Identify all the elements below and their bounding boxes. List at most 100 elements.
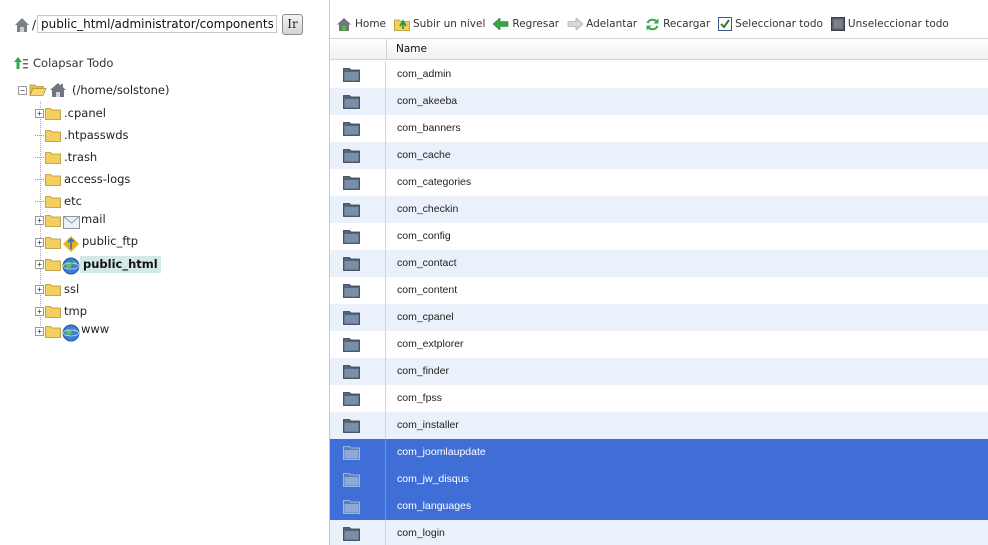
file-row[interactable]: com_extplorer — [330, 331, 988, 358]
tree-item-label: .cpanel — [64, 106, 106, 120]
tree-connector — [35, 127, 44, 136]
icon-cell — [330, 250, 386, 277]
collapse-toggle[interactable]: − — [18, 85, 27, 95]
folder-icon — [45, 283, 61, 296]
expand-toggle[interactable]: + — [35, 259, 44, 269]
file-name: com_config — [397, 230, 451, 242]
file-name: com_languages — [397, 500, 472, 512]
file-row[interactable]: com_content — [330, 277, 988, 304]
icon-cell — [330, 61, 386, 88]
file-row[interactable]: com_cpanel — [330, 304, 988, 331]
folder-icon — [343, 311, 360, 325]
file-row[interactable]: com_languages — [330, 493, 988, 520]
file-row[interactable]: com_banners — [330, 115, 988, 142]
select-all-label: Seleccionar todo — [735, 18, 823, 30]
icon-cell — [330, 412, 386, 439]
up-level-button[interactable]: Subir un nivel — [394, 17, 485, 31]
reload-button[interactable]: Recargar — [645, 17, 710, 32]
file-row[interactable]: com_config — [330, 223, 988, 250]
file-name: com_contact — [397, 257, 457, 269]
folder-icon — [343, 500, 360, 514]
tree-item-selected[interactable]: + public_html — [35, 254, 161, 275]
file-row[interactable]: com_joomlaupdate — [330, 439, 988, 466]
home-button[interactable]: Home — [336, 17, 386, 32]
icon-cell — [330, 331, 386, 358]
path-separator: / — [32, 18, 37, 32]
path-input[interactable] — [37, 15, 277, 33]
unselect-all-button[interactable]: Unseleccionar todo — [830, 17, 949, 31]
file-row[interactable]: com_installer — [330, 412, 988, 439]
tree-item[interactable]: + ssl — [35, 279, 79, 299]
arrow-left-icon — [493, 18, 509, 30]
tree-item[interactable]: etc — [35, 191, 82, 211]
file-row[interactable]: com_checkin — [330, 196, 988, 223]
folder-icon — [343, 230, 360, 244]
icon-cell — [330, 88, 386, 115]
folder-icon — [343, 392, 360, 406]
tree-connector — [35, 149, 44, 158]
folder-up-icon — [394, 19, 410, 31]
name-column-header[interactable]: Name — [396, 43, 427, 55]
file-list-panel: Home Subir un nivel Regresar Adelantar R… — [329, 0, 988, 545]
tree-item[interactable]: + mail — [35, 210, 106, 230]
tree-item-label: www — [81, 322, 110, 336]
expand-toggle[interactable]: + — [35, 326, 44, 336]
collapse-all-button[interactable]: Colapsar Todo — [14, 55, 113, 71]
expand-toggle[interactable]: + — [35, 108, 44, 118]
folder-icon — [45, 107, 61, 120]
forward-button[interactable]: Adelantar — [567, 18, 637, 30]
file-row[interactable]: com_login — [330, 520, 988, 545]
checkbox-empty-icon — [830, 17, 845, 31]
tree-root-label: (/home/solstone) — [72, 83, 170, 97]
expand-toggle[interactable]: + — [35, 284, 44, 294]
folder-icon — [45, 325, 61, 338]
tree-root[interactable]: − (/home/solstone) — [18, 80, 169, 100]
select-all-button[interactable]: Seleccionar todo — [718, 17, 823, 31]
file-name: com_jw_disqus — [397, 473, 469, 485]
go-button[interactable]: Ir — [282, 14, 303, 35]
tree-item[interactable]: + tmp — [35, 301, 87, 321]
tree-item[interactable]: access-logs — [35, 169, 130, 189]
tree-item-label: public_ftp — [82, 234, 139, 248]
reload-icon — [646, 18, 659, 30]
file-row[interactable]: com_admin — [330, 61, 988, 88]
tree-item-label: access-logs — [64, 172, 131, 186]
open-folder-icon — [29, 84, 47, 96]
icon-cell — [330, 115, 386, 142]
reload-label: Recargar — [663, 18, 711, 30]
tree-item[interactable]: + public_ftp — [35, 232, 138, 252]
icon-cell — [330, 142, 386, 169]
file-row[interactable]: com_categories — [330, 169, 988, 196]
expand-toggle[interactable]: + — [35, 306, 44, 316]
file-row[interactable]: com_contact — [330, 250, 988, 277]
file-name: com_cache — [397, 149, 451, 161]
file-name: com_fpss — [397, 392, 442, 404]
file-row[interactable]: com_fpss — [330, 385, 988, 412]
file-row[interactable]: com_akeeba — [330, 88, 988, 115]
folder-icon — [343, 176, 360, 190]
ftp-icon — [63, 236, 79, 252]
tree-item[interactable]: + .cpanel — [35, 103, 106, 123]
file-row[interactable]: com_finder — [330, 358, 988, 385]
tree-item-label: .trash — [64, 150, 98, 164]
file-row[interactable]: com_jw_disqus — [330, 466, 988, 493]
folder-icon — [343, 95, 360, 109]
file-name: com_content — [397, 284, 458, 296]
tree-connector — [35, 171, 44, 180]
up-level-label: Subir un nivel — [413, 18, 486, 30]
icon-column-header[interactable] — [330, 39, 387, 59]
tree-item-label: public_html — [80, 255, 161, 273]
tree-item[interactable]: .trash — [35, 147, 97, 167]
file-name: com_akeeba — [397, 95, 458, 107]
tree-item[interactable]: .htpasswds — [35, 125, 128, 145]
tree-item[interactable]: + www — [35, 321, 110, 342]
folder-icon — [343, 473, 360, 487]
folder-icon — [45, 129, 61, 142]
file-row[interactable]: com_cache — [330, 142, 988, 169]
icon-cell — [330, 169, 386, 196]
expand-toggle[interactable]: + — [35, 237, 44, 247]
file-name: com_login — [397, 527, 445, 539]
back-button[interactable]: Regresar — [493, 18, 559, 30]
expand-toggle[interactable]: + — [35, 215, 44, 225]
icon-cell — [330, 439, 386, 466]
